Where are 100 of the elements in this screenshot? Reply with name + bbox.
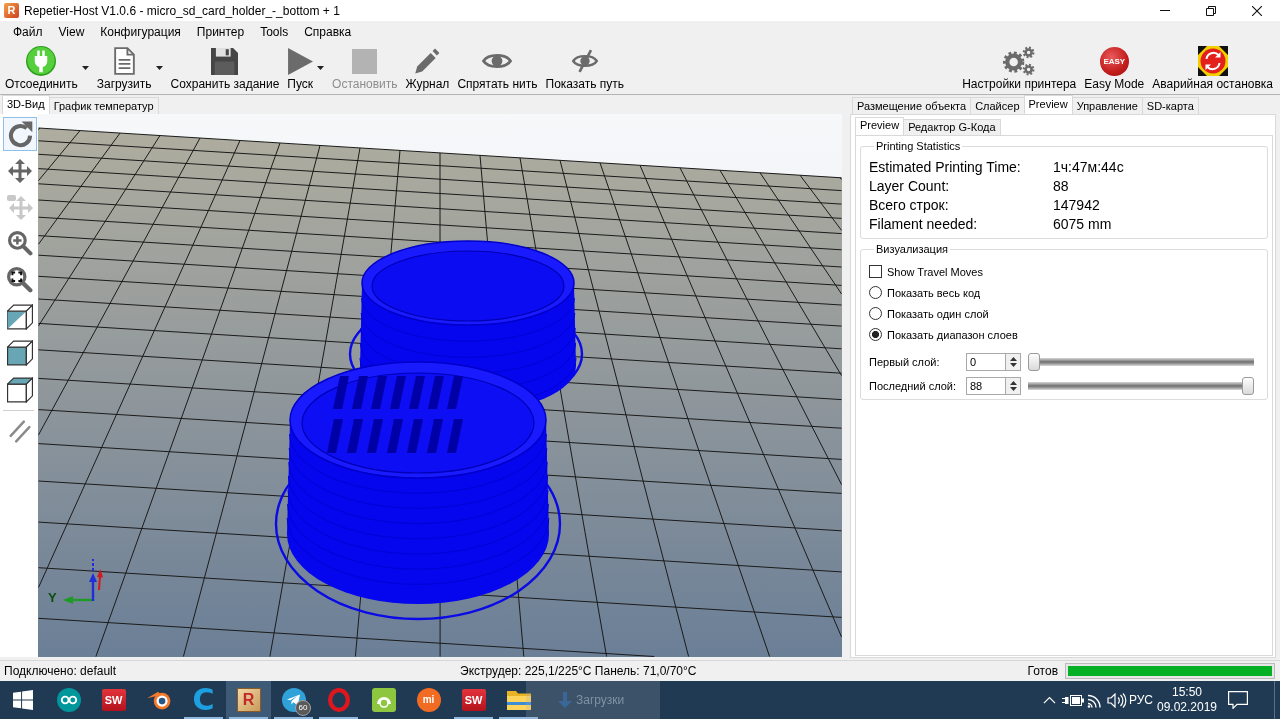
radio-button[interactable] <box>869 307 882 320</box>
plug-icon[interactable] <box>26 46 57 76</box>
layer-label: Первый слой: <box>869 356 941 368</box>
menu-item[interactable]: View <box>50 23 93 40</box>
start-print-button[interactable]: Пуск <box>283 42 318 94</box>
checkbox[interactable] <box>869 265 882 278</box>
save-job-button[interactable]: Сохранить задание <box>166 42 284 94</box>
radio-label: Показать весь код <box>887 286 981 299</box>
menu-item[interactable]: Конфигурация <box>92 23 189 40</box>
document-icon[interactable] <box>113 47 135 75</box>
wifi-icon[interactable] <box>1086 692 1104 708</box>
up-triangle-icon[interactable] <box>1009 357 1017 361</box>
z-axis-arrow <box>89 558 97 601</box>
drag-preview-label: Загрузки <box>576 693 625 707</box>
stat-value: 1ч:47м:44с <box>1053 158 1124 177</box>
eye-icon[interactable] <box>482 52 513 70</box>
log-button[interactable]: Журнал <box>401 42 454 94</box>
easy-logo[interactable]: EASY <box>1099 46 1129 76</box>
ring-logo-icon[interactable] <box>327 688 350 712</box>
slider-thumb[interactable] <box>1028 353 1040 371</box>
layer-number-field[interactable]: 0 <box>966 353 1005 371</box>
panel-tab[interactable]: Управление <box>1071 97 1143 114</box>
panel-tab[interactable]: Размещение объекта <box>852 97 972 114</box>
language-indicator[interactable]: РУС <box>1128 693 1153 707</box>
battery-plug-icon[interactable] <box>1061 693 1084 707</box>
window-title: Repetier-Host V1.0.6 - micro_sd_card_holder_-_bottom + 1 <box>24 3 340 18</box>
group-title: Printing Statistics <box>875 140 962 153</box>
chevron-up-icon[interactable] <box>1042 696 1056 704</box>
clock-button[interactable]: 15:50 09.02.2019 <box>1156 685 1218 715</box>
hide-filament-button[interactable]: Спрятать нить <box>453 42 542 94</box>
show-path-button[interactable]: Показать путь <box>541 42 629 94</box>
caret-icon[interactable] <box>155 66 163 70</box>
taskbar-button[interactable]: SW <box>451 681 496 719</box>
stat-label: Layer Count: <box>869 177 951 196</box>
ready-status-text: Готов <box>1027 664 1058 678</box>
axis-label: Y <box>48 590 57 605</box>
infinity-logo-icon[interactable] <box>56 688 81 712</box>
emergency-stop-button[interactable]: Аварийная остановка <box>1148 42 1277 94</box>
layer-number-field[interactable]: 88 <box>966 377 1005 395</box>
radio-button[interactable] <box>869 328 882 341</box>
stat-label: Estimated Printing Time: <box>869 158 1022 177</box>
restore-icon[interactable] <box>1206 5 1216 16</box>
eye-slash-icon[interactable] <box>570 49 599 73</box>
radio-button[interactable] <box>869 286 882 299</box>
connection-status-text: Подключено: default <box>4 664 118 678</box>
play-icon[interactable] <box>287 47 313 75</box>
stat-value: 6075 mm <box>1053 215 1112 234</box>
checkbox-label: Show Travel Moves <box>887 265 983 278</box>
robot-tile-icon[interactable] <box>371 688 396 712</box>
r-logo: R <box>4 3 19 18</box>
parallel-lines-icon[interactable] <box>9 420 31 443</box>
close-icon[interactable] <box>1252 5 1262 16</box>
emergency-stop-icon[interactable] <box>1197 46 1228 76</box>
load-button[interactable]: Загрузить <box>92 42 156 94</box>
view-tab[interactable]: График температур <box>48 97 159 114</box>
sw-logo[interactable]: SW <box>101 689 126 711</box>
view-tab[interactable]: 3D-Вид <box>2 95 50 114</box>
menu-item[interactable]: Файл <box>5 23 51 40</box>
disconnect-button[interactable]: Отсоединить <box>1 42 82 94</box>
printer-settings-button[interactable]: Настройки принтера <box>958 42 1081 94</box>
notification-icon[interactable] <box>1228 691 1248 709</box>
folder-icon[interactable] <box>506 690 531 710</box>
menu-item[interactable]: Принтер <box>188 23 253 40</box>
y-axis-arrow <box>63 596 93 604</box>
group-title: Визуализация <box>875 243 950 256</box>
down-triangle-icon[interactable] <box>1009 387 1017 391</box>
taskbar-button[interactable]: 60 <box>271 681 316 719</box>
menu-item[interactable]: Tools <box>252 23 297 40</box>
temperature-status-text: Экструдер: 225,1/225°C Панель: 71,0/70°C <box>460 664 697 678</box>
taskbar-button[interactable]: SW <box>91 681 136 719</box>
orbit-logo-icon[interactable] <box>146 690 171 710</box>
gears-icon[interactable] <box>1003 46 1036 76</box>
up-triangle-icon[interactable] <box>1009 381 1017 385</box>
preview-subtab[interactable]: Редактор G-Кода <box>903 119 1001 135</box>
down-arrow-icon <box>558 692 572 708</box>
stat-label: Filament needed: <box>869 215 979 234</box>
speaker-icon[interactable] <box>1106 692 1127 708</box>
caret-icon[interactable] <box>317 66 325 70</box>
radio-label: Показать один слой <box>887 307 989 320</box>
preview-subtab[interactable]: Preview <box>855 117 905 135</box>
count-badge: 60 <box>295 700 311 716</box>
c-logo[interactable]: C <box>192 686 215 714</box>
window-panes-icon[interactable] <box>13 690 33 710</box>
spinner-control[interactable] <box>1005 353 1021 371</box>
pencil-icon[interactable] <box>414 48 441 74</box>
caret-icon[interactable] <box>81 66 89 70</box>
x-axis-arrow <box>97 569 103 591</box>
stat-value: 88 <box>1053 177 1069 196</box>
panel-tab[interactable]: SD-карта <box>1141 97 1199 114</box>
taskbar-button[interactable]: C <box>181 681 226 719</box>
stat-label: Всего строк: <box>869 196 950 215</box>
stat-value: 147942 <box>1053 196 1100 215</box>
spinner-control[interactable] <box>1005 377 1021 395</box>
easy-mode-button[interactable]: EASY Easy Mode <box>1080 42 1149 94</box>
sw-logo[interactable]: SW <box>461 689 486 711</box>
menu-item[interactable]: Справка <box>296 23 360 40</box>
slider-thumb[interactable] <box>1242 377 1254 395</box>
panel-tab[interactable]: Слайсер <box>970 97 1025 114</box>
panel-tab[interactable]: Preview <box>1023 95 1073 114</box>
down-triangle-icon[interactable] <box>1009 363 1017 367</box>
